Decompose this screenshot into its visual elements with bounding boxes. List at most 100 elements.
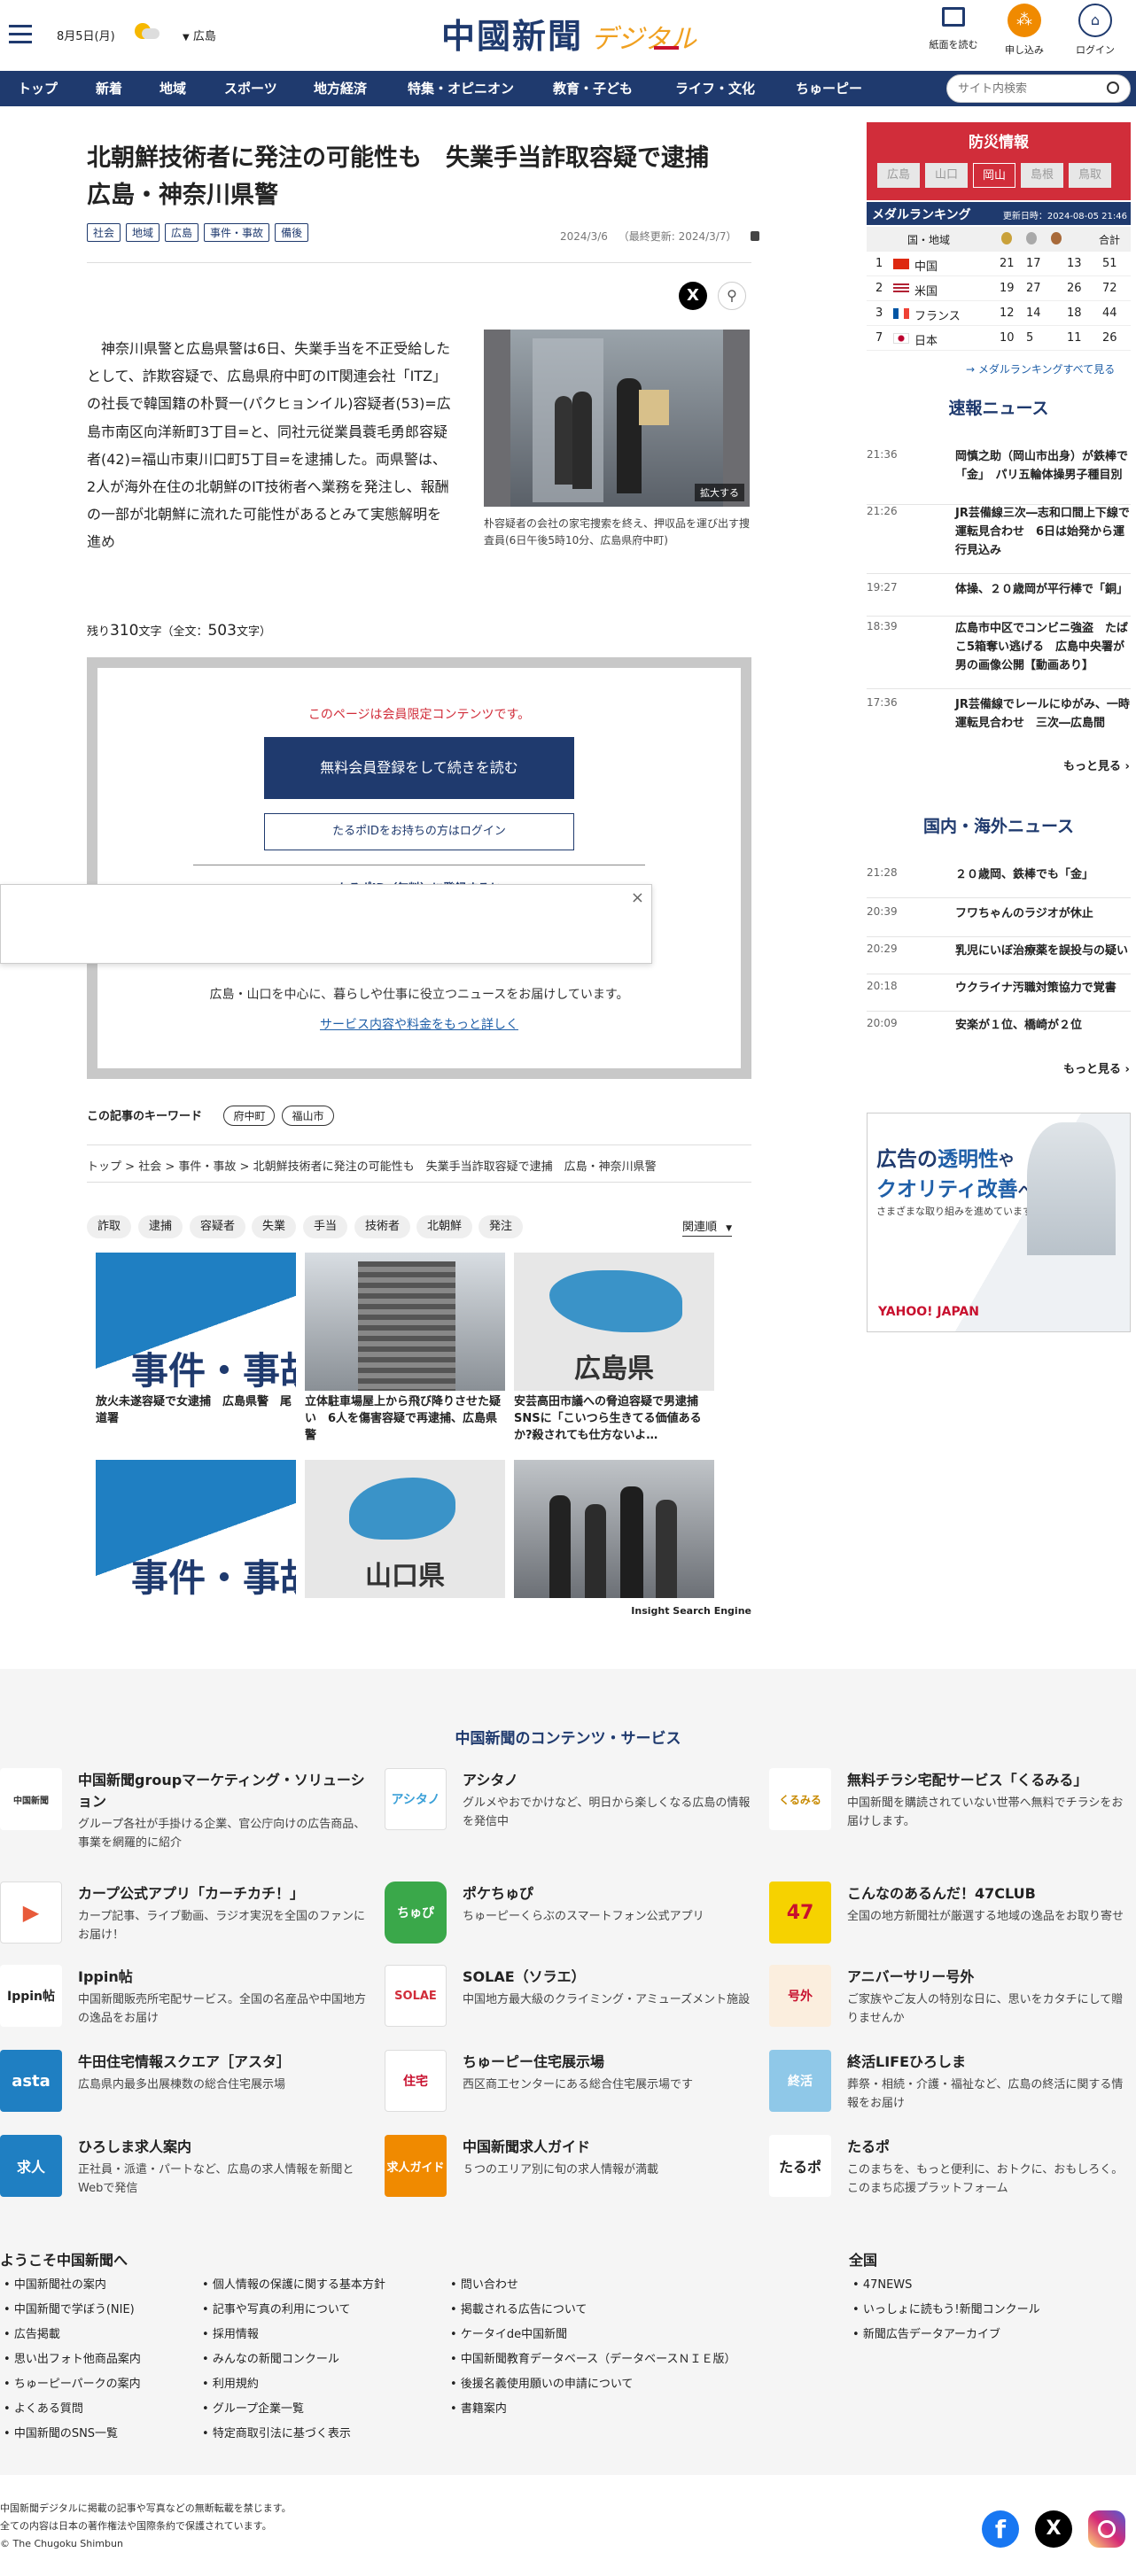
service-item[interactable]: アシタノ アシタノ グルメやおでかけなど、明日から楽しくなる広島の情報を発信中: [385, 1768, 753, 1839]
disaster-tab[interactable]: 広島: [877, 163, 920, 188]
breaking-news-item[interactable]: 21:26 JR芸備線三次―志和口間上下線で運転見合わせ 6日は始発から運行見込み: [867, 505, 1131, 574]
sort-select[interactable]: 関連順 ▼: [682, 1217, 733, 1237]
login-button[interactable]: たるポIDをお持ちの方はログイン: [264, 813, 574, 850]
footer-link[interactable]: • いっしょに読もう!新聞コンクール: [852, 2298, 1118, 2323]
related-caption[interactable]: 安芸高田市議への脅迫容疑で男逮捕 SNSに「こいつら生きてる価値あるか?殺されて…: [514, 1394, 714, 1446]
service-item[interactable]: 中国新聞 中国新聞groupマーケティング・ソリューション グループ各社が手掛ける…: [0, 1768, 369, 1850]
facebook-icon[interactable]: f: [982, 2510, 1019, 2548]
footer-link[interactable]: • 利用規約: [202, 2372, 441, 2397]
breaking-news-item[interactable]: 21:36 岡慎之助（岡山市出身）が鉄棒で「金」 パリ五輪体操男子種目別: [867, 448, 1131, 505]
keyword-chip[interactable]: 福山市: [282, 1106, 334, 1126]
related-caption[interactable]: 放火未遂容疑で女逮捕 広島県警 尾道署: [96, 1394, 296, 1428]
x-share-icon[interactable]: X: [679, 282, 707, 310]
link-share-icon[interactable]: ⚲: [718, 282, 746, 310]
related-chip[interactable]: 発注: [479, 1215, 524, 1238]
sidebar-ad[interactable]: 広告の透明性や クオリティ改善への さまざまな取り組みを進めています。 YAHO…: [867, 1113, 1131, 1332]
footer-link[interactable]: • 書籍案内: [450, 2397, 805, 2422]
service-item[interactable]: 終活 終活LIFEひろしま 葬祭・相続・介護・福祉など、広島の終活に関する情報をお…: [769, 2050, 1136, 2121]
footer-link[interactable]: • 中国新聞のSNS一覧: [4, 2422, 198, 2447]
footer-link[interactable]: • 47NEWS: [852, 2273, 1118, 2298]
article-photo[interactable]: 拡大する: [484, 330, 750, 507]
medal-more-link[interactable]: → メダルランキングすべて見る: [966, 361, 1115, 376]
keyword-chip[interactable]: 府中町: [223, 1106, 276, 1126]
breaking-news-item[interactable]: 19:27 体操、２０歳岡が平行棒で「銅」: [867, 581, 1131, 617]
tag-shakai[interactable]: 社会: [87, 223, 121, 242]
footer-link[interactable]: • 個人情報の保護に関する基本方針: [202, 2273, 441, 2298]
related-chip[interactable]: 逮捕: [138, 1215, 183, 1238]
service-item[interactable]: 住宅 ちゅーピー住宅展示場 西区商工センターにある総合住宅展示場です: [385, 2050, 753, 2121]
service-item[interactable]: asta 牛田住宅情報スクエア［アスタ］ 広島県内最多出展棟数の総合住宅展示場: [0, 2050, 369, 2121]
footer-link[interactable]: • みんなの新聞コンクール: [202, 2347, 441, 2372]
related-chip[interactable]: 技術者: [354, 1215, 411, 1238]
service-item[interactable]: くるみる 無料チラシ宅配サービス「くるみる」 中国新聞を購読されていない世帯へ無料…: [769, 1768, 1136, 1839]
footer-link[interactable]: • ケータイde中国新聞: [450, 2323, 805, 2347]
breadcrumb-shakai[interactable]: 社会: [138, 1160, 161, 1174]
nav-item-top[interactable]: トップ: [18, 71, 58, 106]
hamburger-menu-icon[interactable]: [9, 25, 32, 44]
instagram-icon[interactable]: [1088, 2510, 1125, 2548]
footer-link[interactable]: • 中国新聞で学ぼう(NIE): [4, 2298, 198, 2323]
related-chip[interactable]: 北朝鮮: [416, 1215, 473, 1238]
nav-item-sports[interactable]: スポーツ: [224, 71, 277, 106]
footer-link[interactable]: • 広告掲載: [4, 2323, 198, 2347]
medal-row[interactable]: 3 フランス 12 14 18 44: [867, 301, 1131, 326]
service-item[interactable]: たるポ たるポ このまちを、もっと便利に、おトクに、おもしろく。このまち応援プラッ…: [769, 2135, 1136, 2206]
region-selector[interactable]: ▼ 広島: [183, 27, 216, 43]
footer-link[interactable]: • 新聞広告データアーカイブ: [852, 2323, 1118, 2347]
world-more-link[interactable]: もっと見る ›: [1063, 1059, 1130, 1076]
tag-bingo[interactable]: 備後: [275, 223, 309, 242]
nav-item-opinion[interactable]: 特集・オピニオン: [408, 71, 514, 106]
service-item[interactable]: ▶ カープ公式アプリ「カーチカチ！」 カープ記事、ライブ動画、ラジオ実況を全国のフ…: [0, 1882, 369, 1952]
nav-item-education[interactable]: 教育・子ども: [553, 71, 633, 106]
medal-row[interactable]: 1 中国 21 17 13 51: [867, 252, 1131, 276]
related-thumb[interactable]: [514, 1460, 714, 1598]
nav-item-economy[interactable]: 地方経済: [314, 71, 367, 106]
close-icon[interactable]: ×: [631, 888, 644, 907]
related-chip[interactable]: 失業: [252, 1215, 297, 1238]
tag-hiroshima[interactable]: 広島: [165, 223, 199, 242]
footer-link[interactable]: • 中国新聞社の案内: [4, 2273, 198, 2298]
breaking-news-item[interactable]: 18:39 広島市中区でコンビニ強盗 たばこ5箱奪い逃げる 広島中央署が男の画像公…: [867, 620, 1131, 689]
footer-link[interactable]: • 問い合わせ: [450, 2273, 805, 2298]
service-item[interactable]: 求人 ひろしま求人案内 正社員・派遣・パートなど、広島の求人情報を新聞とWebで発…: [0, 2135, 369, 2206]
service-item[interactable]: ちゅぴ ポケちゅぴ ちゅーピーくらぶのスマートフォン公式アプリ: [385, 1882, 753, 1952]
nav-item-chupy[interactable]: ちゅーピー: [796, 71, 862, 106]
footer-link[interactable]: • ちゅーピーパークの案内: [4, 2372, 198, 2397]
footer-link[interactable]: • 思い出フォト他商品案内: [4, 2347, 198, 2372]
world-news-item[interactable]: 20:29 乳児にいぼ治療薬を誤投与の疑い: [867, 943, 1131, 974]
disaster-tab[interactable]: 鳥取: [1069, 163, 1111, 188]
related-thumb[interactable]: [305, 1253, 505, 1391]
x-icon[interactable]: X: [1035, 2510, 1072, 2548]
breadcrumb-jiken[interactable]: 事件・事故: [178, 1160, 236, 1174]
related-thumb[interactable]: 広島県: [514, 1253, 714, 1391]
world-news-item[interactable]: 21:28 ２０歳岡、鉄棒でも「金」: [867, 866, 1131, 898]
service-item[interactable]: Ippin帖 Ippin帖 中国新聞販売所宅配サービス。全国の名産品や中国地方の逸…: [0, 1965, 369, 2036]
nav-item-new[interactable]: 新着: [96, 71, 122, 106]
related-thumb[interactable]: 事件・事故: [96, 1460, 296, 1598]
footer-link[interactable]: • 中国新聞教育データベース（データベースＮＩＥ版）: [450, 2347, 805, 2372]
breaking-more-link[interactable]: もっと見る ›: [1063, 757, 1130, 773]
header-action-read[interactable]: 紙面を読む: [922, 7, 985, 51]
register-button[interactable]: 無料会員登録をして続きを読む: [264, 737, 574, 799]
medal-row[interactable]: 2 米国 19 27 26 72: [867, 276, 1131, 301]
service-more-link[interactable]: サービス内容や料金をもっと詳しく: [97, 1015, 741, 1033]
related-chip[interactable]: 手当: [303, 1215, 348, 1238]
service-item[interactable]: 47 こんなのあるんだ！47CLUB 全国の地方新聞社が厳選する地域の逸品をお取り…: [769, 1882, 1136, 1952]
tag-chiiki[interactable]: 地域: [126, 223, 160, 242]
service-item[interactable]: SOLAE SOLAE（ソラエ） 中国地方最大級のクライミング・アミューズメント施…: [385, 1965, 753, 2036]
footer-link[interactable]: • 記事や写真の利用について: [202, 2298, 441, 2323]
service-item[interactable]: 求人ガイド 中国新聞求人ガイド ５つのエリア別に旬の求人情報が満載: [385, 2135, 753, 2206]
related-thumb[interactable]: 山口県: [305, 1460, 505, 1598]
footer-link[interactable]: • 採用情報: [202, 2323, 441, 2347]
footer-link[interactable]: • よくある質問: [4, 2397, 198, 2422]
enlarge-button[interactable]: 拡大する: [695, 484, 744, 501]
breaking-news-item[interactable]: 17:36 JR芸備線でレールにゆがみ、一時運転見合わせ 三次―広島間: [867, 696, 1131, 746]
footer-link[interactable]: • グループ企業一覧: [202, 2397, 441, 2422]
footer-link[interactable]: • 掲載される広告について: [450, 2298, 805, 2323]
footer-link[interactable]: • 後援名義使用願いの申請について: [450, 2372, 805, 2397]
related-chip[interactable]: 詐取: [87, 1215, 132, 1238]
nav-item-life[interactable]: ライフ・文化: [675, 71, 755, 106]
footer-link[interactable]: • 特定商取引法に基づく表示: [202, 2422, 441, 2447]
medal-row[interactable]: 7 日本 10 5 11 26: [867, 326, 1131, 351]
related-caption[interactable]: 立体駐車場屋上から飛び降りさせた疑い 6人を傷害容疑で再逮捕、広島県警: [305, 1394, 505, 1445]
